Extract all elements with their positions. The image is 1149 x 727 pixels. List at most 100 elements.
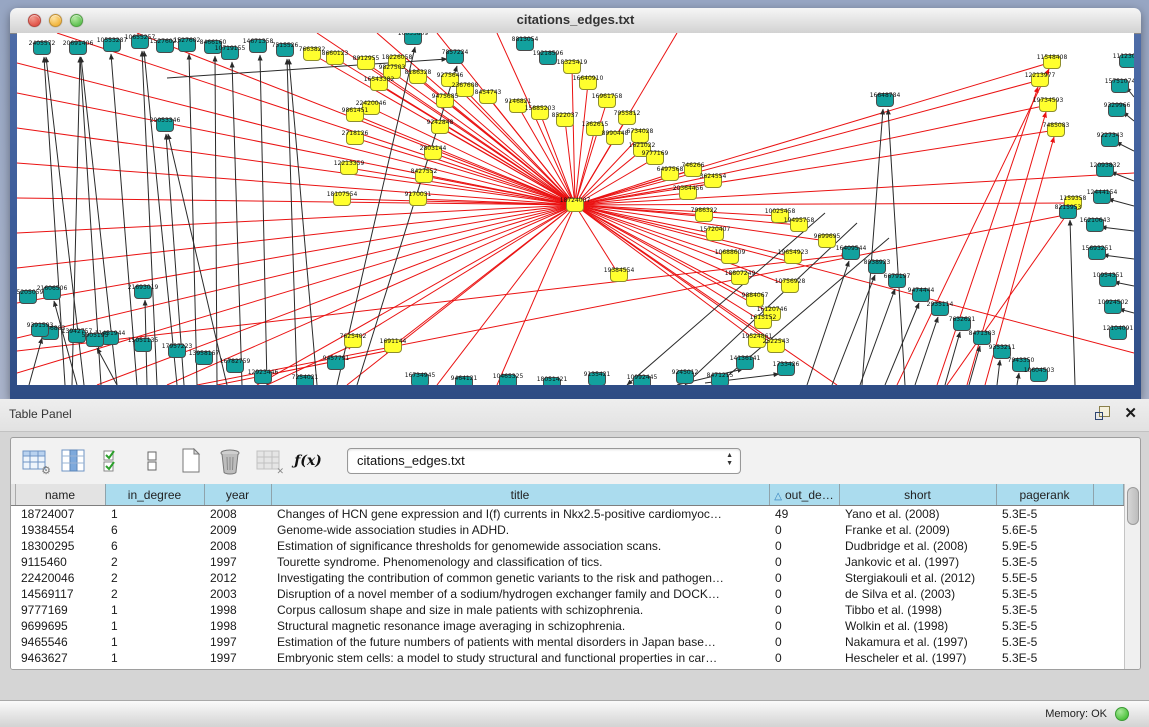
node-label: 13958167	[189, 350, 220, 357]
table-row[interactable]: 969969511998Structural magnetic resonanc…	[11, 618, 1124, 634]
column-header-out_de[interactable]: △out_de…	[769, 484, 839, 506]
table-row[interactable]: 977716911998Corpus callosum shape and si…	[11, 602, 1124, 618]
memory-status-label: Memory: OK	[1045, 708, 1107, 720]
table-cell: 1	[105, 602, 204, 618]
node-label: 8471215	[707, 372, 734, 379]
table-cell: 0	[769, 522, 839, 538]
table-cell: Disruption of a novel member of a sodium…	[271, 586, 769, 602]
node-table[interactable]: namein_degreeyeartitle△out_de…shortpager…	[11, 484, 1124, 669]
node-label: 9475685	[432, 93, 459, 100]
node-label: 9135421	[584, 371, 611, 378]
gear-icon: ⚙	[41, 464, 51, 477]
node-label: 9457791	[323, 355, 350, 362]
column-header-title[interactable]: title	[271, 484, 769, 506]
node-label: 10604503	[1024, 367, 1055, 374]
node-label: 18051421	[537, 376, 568, 383]
node-label: 6734028	[627, 128, 654, 135]
table-cell: Hescheler et al. (1997)	[839, 650, 996, 666]
network-edge	[355, 115, 575, 205]
node-label: 1621022	[629, 142, 656, 149]
table-cell: 9115460	[15, 554, 105, 570]
table-cell: 1997	[204, 554, 271, 570]
table-cell: 5.3E-5	[996, 554, 1093, 570]
delete-table-icon: ✕	[255, 447, 283, 475]
network-view-window: citations_edges.txt 18724007766382286601…	[10, 8, 1141, 399]
table-cell: 0	[769, 634, 839, 650]
table-cell: 5.5E-5	[996, 570, 1093, 586]
table-settings-icon[interactable]: ⚙	[21, 447, 49, 475]
table-cell: 0	[769, 538, 839, 554]
table-row[interactable]: 1872400712008Changes of HCN gene express…	[11, 506, 1124, 523]
column-header-pagerank[interactable]: pagerank	[996, 484, 1093, 506]
node-label: 2367608	[452, 82, 479, 89]
column-header-in_degree[interactable]: in_degree	[105, 484, 204, 506]
column-select-icon[interactable]	[99, 447, 127, 475]
table-row[interactable]: 946554611997Estimation of the future num…	[11, 634, 1124, 650]
window-titlebar[interactable]: citations_edges.txt	[10, 8, 1141, 34]
node-label: 14671358	[243, 38, 274, 45]
table-row[interactable]: 946362711997Embryonic stem cells: a mode…	[11, 650, 1124, 666]
network-edge	[1108, 199, 1134, 206]
network-edge	[627, 213, 825, 385]
new-column-icon[interactable]	[177, 447, 205, 475]
node-label: 14136141	[730, 355, 761, 362]
table-row[interactable]: 1456911722003Disruption of a novel membe…	[11, 586, 1124, 602]
table-cell: 5.9E-5	[996, 538, 1093, 554]
table-cell: 9465546	[15, 634, 105, 650]
node-label: 21693019	[128, 284, 159, 291]
column-visibility-icon[interactable]	[60, 447, 88, 475]
node-label: 12104091	[1103, 325, 1134, 332]
column-header-year[interactable]: year	[204, 484, 271, 506]
combo-arrows-icon: ▲▼	[726, 452, 733, 468]
node-label: 10465325	[493, 373, 524, 380]
network-canvas[interactable]: 1872400776638228660123891295518226058982…	[17, 33, 1134, 385]
node-label: 12093832	[1090, 162, 1121, 169]
node-label: 8522037	[552, 112, 579, 119]
network-edge	[497, 205, 575, 385]
close-panel-icon[interactable]: ✕	[1124, 406, 1137, 421]
table-cell: Investigating the contribution of common…	[271, 570, 769, 586]
table-row[interactable]: 1830029562008Estimation of significance …	[11, 538, 1124, 554]
function-builder-icon[interactable]: ƒ(x)	[294, 447, 322, 475]
float-panel-icon[interactable]	[1095, 406, 1110, 421]
network-svg: 1872400776638228660123891295518226058982…	[17, 33, 1134, 385]
delete-column-icon[interactable]	[216, 447, 244, 475]
table-cell: 0	[769, 650, 839, 666]
table-cell: 5.3E-5	[996, 506, 1093, 523]
table-cell: 0	[769, 618, 839, 634]
table-cell: 1997	[204, 650, 271, 666]
table-cell: 2008	[204, 538, 271, 554]
table-panel-body: ⚙	[10, 437, 1141, 670]
node-label: 7254021	[292, 374, 319, 381]
row-toggle-icon[interactable]	[138, 447, 166, 475]
table-cell: 6	[105, 538, 204, 554]
table-row[interactable]: 1938455462009Genome-wide association stu…	[11, 522, 1124, 538]
table-selector[interactable]: citations_edges.txt ▲▼	[347, 448, 741, 474]
node-label: 7515526	[272, 42, 299, 49]
node-label: 12923446	[248, 369, 279, 376]
node-label: 8427552	[411, 168, 438, 175]
network-edge	[440, 127, 575, 205]
table-cell: Dudbridge et al. (2008)	[839, 538, 996, 554]
memory-ok-icon[interactable]	[1115, 707, 1129, 721]
network-edge	[915, 317, 938, 385]
table-row[interactable]: 2242004622012Investigating the contribut…	[11, 570, 1124, 586]
node-label: 10553287	[97, 37, 128, 44]
table-cell: 19384554	[15, 522, 105, 538]
node-label: 9391593	[27, 322, 54, 329]
table-cell: Tibbo et al. (1998)	[839, 602, 996, 618]
node-label: 9884067	[742, 292, 769, 299]
column-header-short[interactable]: short	[839, 484, 996, 506]
table-row[interactable]: 911546021997Tourette syndrome. Phenomeno…	[11, 554, 1124, 570]
table-cell: 5.3E-5	[996, 602, 1093, 618]
table-scrollbar[interactable]	[1124, 484, 1140, 669]
node-label: 16961758	[592, 93, 623, 100]
node-label: 11548408	[1037, 54, 1068, 61]
scrollbar-thumb[interactable]	[1127, 487, 1139, 525]
table-cell: Stergiakouli et al. (2012)	[839, 570, 996, 586]
node-label: 9170031	[405, 191, 432, 198]
table-cell: 5.3E-5	[996, 650, 1093, 666]
column-header-name[interactable]: name	[15, 484, 105, 506]
network-edge	[393, 205, 575, 346]
node-label: 21606506	[37, 285, 68, 292]
